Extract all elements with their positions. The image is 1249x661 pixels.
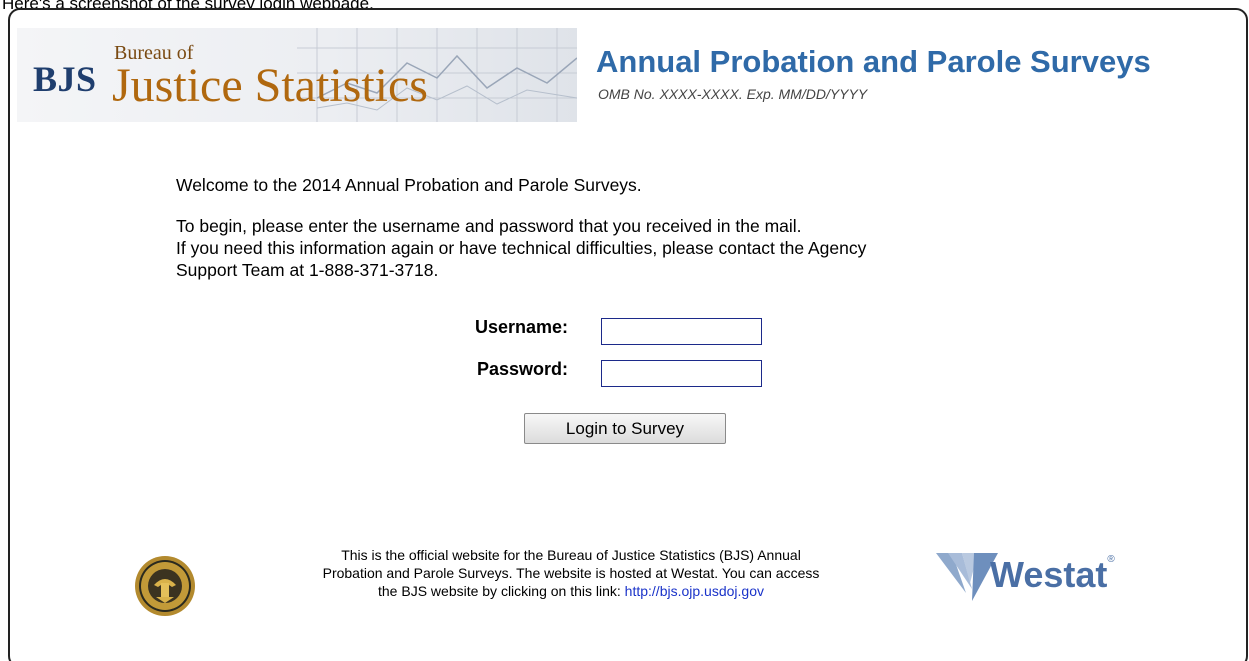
login-button[interactable]: Login to Survey — [524, 413, 726, 444]
doj-seal-icon — [135, 556, 195, 616]
westat-trademark: ® — [1107, 554, 1115, 565]
intro-line: Support Team at 1-888-371-3718. — [176, 260, 439, 280]
footer-text: This is the official website for the Bur… — [236, 546, 906, 600]
bjs-website-link[interactable]: http://bjs.ojp.usdoj.gov — [625, 583, 764, 599]
footer-line: the BJS website by clicking on this link… — [236, 582, 906, 600]
intro-line: If you need this information again or ha… — [176, 238, 867, 258]
westat-name: Westat — [990, 554, 1108, 595]
omb-number: OMB No. XXXX-XXXX. Exp. MM/DD/YYYY — [598, 86, 868, 102]
intro-line: To begin, please enter the username and … — [176, 216, 802, 236]
username-label: Username: — [474, 317, 568, 337]
justice-statistics-text: Justice Statistics — [112, 59, 428, 112]
westat-wordmark: Westat® — [990, 554, 1115, 596]
page-title: Annual Probation and Parole Surveys — [596, 44, 1151, 79]
welcome-text: Welcome to the 2014 Annual Probation and… — [176, 175, 642, 195]
footer-line: Probation and Parole Surveys. The websit… — [322, 565, 820, 581]
intro-text: To begin, please enter the username and … — [176, 215, 1076, 281]
username-input[interactable] — [601, 318, 762, 345]
bjs-abbreviation: BJS — [33, 59, 97, 99]
password-label: Password: — [476, 359, 568, 379]
bjs-banner: BJS Bureau of Justice Statistics — [17, 28, 577, 122]
footer-line: This is the official website for the Bur… — [341, 547, 801, 563]
browser-frame: BJS Bureau of Justice Statistics Annual … — [8, 8, 1248, 661]
password-input[interactable] — [601, 360, 762, 387]
footer-line-prefix: the BJS website by clicking on this link… — [378, 583, 625, 599]
